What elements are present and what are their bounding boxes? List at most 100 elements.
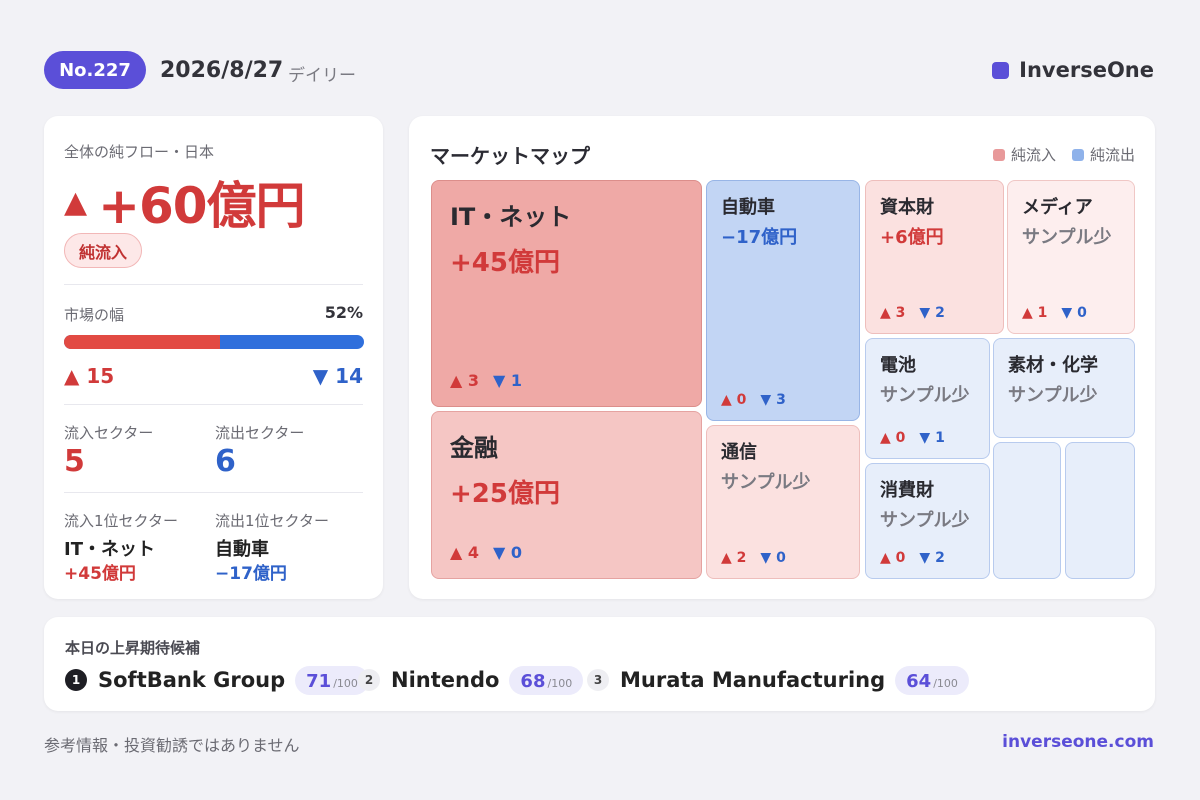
breadth-bar bbox=[64, 335, 364, 349]
divider bbox=[64, 284, 363, 285]
rank-badge: 1 bbox=[65, 669, 87, 691]
candidate-item[interactable]: 3 Murata Manufacturing 64/100 bbox=[587, 665, 969, 695]
down-count: ▼ 0 bbox=[760, 550, 786, 566]
down-count: ▼ 1 bbox=[493, 371, 523, 390]
up-triangle-icon: ▲ bbox=[64, 364, 80, 388]
tile-counts: ▲ 3 ▼ 1 bbox=[450, 371, 522, 390]
candidates-card: 本日の上昇期待候補 1 SoftBank Group 71/100 2 Nint… bbox=[44, 617, 1155, 711]
up-triangle-icon: ▲ bbox=[64, 184, 87, 220]
top-inflow-label: 流入1位セクター bbox=[64, 512, 178, 530]
tile-counts: ▲ 3 ▼ 2 bbox=[880, 305, 945, 321]
status-badge: 純流入 bbox=[64, 233, 143, 268]
tile-telecom[interactable]: 通信 サンプル少 ▲ 2 ▼ 0 bbox=[706, 425, 860, 579]
tile-value: サンプル少 bbox=[880, 510, 970, 531]
brand-name: InverseOne bbox=[1019, 58, 1154, 82]
up-count: ▲ 0 bbox=[880, 430, 906, 446]
tile-value: サンプル少 bbox=[721, 472, 811, 493]
down-triangle-icon: ▼ bbox=[1061, 305, 1073, 321]
tile-name: メディア bbox=[1022, 197, 1093, 218]
candidates-title: 本日の上昇期待候補 bbox=[65, 639, 201, 657]
net-flow-value: +60億円 bbox=[98, 177, 305, 235]
outflow-sectors-label: 流出セクター bbox=[215, 424, 305, 442]
tile-value: +45億円 bbox=[450, 248, 560, 278]
tile-value: +6億円 bbox=[880, 227, 944, 248]
inflow-sectors-label: 流入セクター bbox=[64, 424, 154, 442]
down-triangle-icon: ▼ bbox=[760, 550, 772, 566]
tile-counts: ▲ 0 ▼ 2 bbox=[880, 550, 945, 566]
candidate-name: Murata Manufacturing bbox=[620, 668, 886, 692]
down-count: ▼ 0 bbox=[493, 543, 523, 562]
up-triangle-icon: ▲ bbox=[450, 371, 463, 390]
tile-counts: ▲ 0 ▼ 3 bbox=[721, 392, 786, 408]
legend-outflow-swatch bbox=[1071, 148, 1084, 161]
up-count: ▲ 4 bbox=[450, 543, 480, 562]
candidate-item[interactable]: 1 SoftBank Group 71/100 bbox=[65, 665, 369, 695]
down-triangle-icon: ▼ bbox=[760, 392, 772, 408]
tile-unlabeled[interactable] bbox=[1065, 442, 1135, 579]
tile-counts: ▲ 0 ▼ 1 bbox=[880, 430, 945, 446]
outflow-sectors-count: 6 bbox=[215, 444, 236, 479]
decliners-count: ▼ 14 bbox=[313, 364, 363, 388]
tile-name: 電池 bbox=[880, 355, 916, 376]
legend: 純流入 純流出 bbox=[992, 144, 1135, 165]
tile-finance[interactable]: 金融 +25億円 ▲ 4 ▼ 0 bbox=[431, 411, 702, 579]
tile-value: +25億円 bbox=[450, 479, 560, 509]
tile-name: IT・ネット bbox=[450, 203, 572, 231]
report-kind: デイリー bbox=[288, 66, 356, 86]
up-triangle-icon: ▲ bbox=[880, 430, 891, 446]
up-triangle-icon: ▲ bbox=[721, 550, 732, 566]
rank-badge: 3 bbox=[587, 669, 609, 691]
up-triangle-icon: ▲ bbox=[450, 543, 463, 562]
summary-card: 全体の純フロー・日本 ▲ +60億円 純流入 市場の幅 52% ▲ 15 ▼ 1… bbox=[44, 116, 383, 599]
candidate-item[interactable]: 2 Nintendo 68/100 bbox=[358, 665, 584, 695]
site-link[interactable]: inverseone.com bbox=[1002, 732, 1154, 752]
tile-consumer-goods[interactable]: 消費財 サンプル少 ▲ 0 ▼ 2 bbox=[865, 463, 990, 579]
up-count: ▲ 0 bbox=[721, 392, 747, 408]
report-date: 2026/8/27 bbox=[160, 58, 284, 83]
tile-value: サンプル少 bbox=[880, 385, 970, 406]
rank-badge: 2 bbox=[358, 669, 380, 691]
candidate-name: SoftBank Group bbox=[98, 668, 286, 692]
top-outflow-sector: 自動車 bbox=[215, 539, 269, 560]
tile-counts: ▲ 4 ▼ 0 bbox=[450, 543, 522, 562]
inflow-sectors-count: 5 bbox=[64, 444, 85, 479]
top-inflow-value: +45億円 bbox=[64, 564, 136, 584]
tile-counts: ▲ 2 ▼ 0 bbox=[721, 550, 786, 566]
top-outflow-label: 流出1位セクター bbox=[215, 512, 329, 530]
brand-logo-icon bbox=[992, 61, 1010, 79]
down-count: ▼ 3 bbox=[760, 392, 786, 408]
tile-auto[interactable]: 自動車 −17億円 ▲ 0 ▼ 3 bbox=[706, 180, 860, 421]
top-inflow-sector: IT・ネット bbox=[64, 539, 155, 560]
advancers-value: 15 bbox=[86, 364, 115, 388]
up-triangle-icon: ▲ bbox=[880, 305, 891, 321]
up-count: ▲ 2 bbox=[721, 550, 747, 566]
up-count: ▲ 3 bbox=[450, 371, 480, 390]
disclaimer: 参考情報・投資勧誘ではありません bbox=[44, 736, 300, 755]
up-count: ▲ 1 bbox=[1022, 305, 1048, 321]
tile-materials[interactable]: 素材・化学 サンプル少 bbox=[993, 338, 1135, 438]
decliners-value: 14 bbox=[335, 364, 363, 388]
brand: InverseOne bbox=[992, 58, 1154, 82]
down-triangle-icon: ▼ bbox=[919, 430, 931, 446]
candidate-name: Nintendo bbox=[391, 668, 500, 692]
tile-battery[interactable]: 電池 サンプル少 ▲ 0 ▼ 1 bbox=[865, 338, 990, 459]
tile-capital-goods[interactable]: 資本財 +6億円 ▲ 3 ▼ 2 bbox=[865, 180, 1004, 334]
advancers-count: ▲ 15 bbox=[64, 364, 114, 388]
down-triangle-icon: ▼ bbox=[312, 364, 329, 388]
up-triangle-icon: ▲ bbox=[1022, 305, 1033, 321]
market-map-title: マーケットマップ bbox=[430, 144, 590, 168]
legend-outflow-label: 純流出 bbox=[1089, 146, 1135, 164]
breadth-label: 市場の幅 bbox=[64, 306, 125, 324]
tile-name: 素材・化学 bbox=[1008, 355, 1098, 376]
tile-unlabeled[interactable] bbox=[993, 442, 1061, 579]
up-count: ▲ 3 bbox=[880, 305, 906, 321]
down-count: ▼ 2 bbox=[919, 550, 945, 566]
tile-media[interactable]: メディア サンプル少 ▲ 1 ▼ 0 bbox=[1007, 180, 1135, 334]
divider bbox=[64, 404, 363, 405]
down-triangle-icon: ▼ bbox=[919, 550, 931, 566]
tile-it-net[interactable]: IT・ネット +45億円 ▲ 3 ▼ 1 bbox=[431, 180, 702, 407]
candidate-score: 68/100 bbox=[509, 665, 584, 695]
down-count: ▼ 1 bbox=[919, 430, 945, 446]
down-count: ▼ 0 bbox=[1061, 305, 1087, 321]
down-triangle-icon: ▼ bbox=[493, 371, 506, 390]
